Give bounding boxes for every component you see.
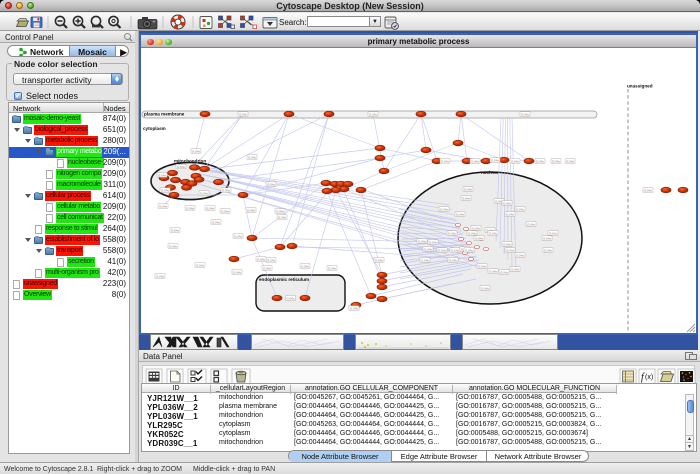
svg-text:G:04x: G:04x [248,155,257,159]
svg-text:G:04x: G:04x [500,270,509,274]
svg-text:G:04x: G:04x [158,173,167,177]
svg-text:G:04x: G:04x [503,201,512,205]
svg-text:G:04x: G:04x [424,247,433,251]
svg-text:G:04x: G:04x [468,231,477,235]
svg-text:G:04x: G:04x [233,270,242,274]
svg-text:G:04x: G:04x [159,204,168,208]
svg-text:G:04x: G:04x [456,212,465,216]
svg-text:G:04x: G:04x [462,196,471,200]
svg-text:G:04x: G:04x [156,274,165,278]
svg-text:G:04x: G:04x [506,248,515,252]
svg-text:G:04x: G:04x [161,188,170,192]
svg-text:G:04x: G:04x [418,239,427,243]
svg-text:G:04x: G:04x [278,215,287,219]
svg-text:G:04x: G:04x [566,159,575,163]
svg-text:G:04x: G:04x [301,264,310,268]
svg-text:mitochondrion: mitochondrion [174,159,206,164]
svg-text:G:04x: G:04x [196,263,205,267]
svg-text:G:04x: G:04x [489,231,498,235]
svg-text:G:04x: G:04x [511,267,520,271]
svg-text:G:04x: G:04x [192,149,201,153]
svg-text:G:04x: G:04x [506,212,515,216]
svg-text:G:04x: G:04x [478,264,487,268]
svg-text:G:04x: G:04x [206,206,215,210]
svg-text:G:04x: G:04x [169,244,178,248]
svg-text:G:04x: G:04x [549,231,558,235]
svg-text:G:04x: G:04x [489,269,498,273]
svg-text:G:04x: G:04x [521,112,530,116]
svg-text:G:04x: G:04x [465,248,474,252]
svg-text:G:04x: G:04x [234,234,243,238]
svg-text:G:04x: G:04x [481,286,490,290]
svg-text:G:04x: G:04x [177,165,186,169]
svg-text:G:04x: G:04x [375,258,384,262]
svg-text:G:04x: G:04x [475,236,484,240]
svg-text:G:04x: G:04x [171,228,180,232]
svg-text:G:04x: G:04x [471,159,480,163]
svg-text:G:04x: G:04x [212,220,221,224]
svg-text:G:04x: G:04x [369,112,378,116]
svg-text:G:04x: G:04x [449,258,458,262]
svg-text:G:04x: G:04x [536,159,545,163]
svg-text:G:04x: G:04x [448,231,457,235]
svg-text:(x): (x) [645,374,653,381]
svg-text:G:04x: G:04x [516,253,525,257]
svg-text:G:04x: G:04x [263,266,272,270]
svg-text:G:04x: G:04x [267,182,276,186]
svg-text:G:04x: G:04x [350,306,359,310]
svg-text:G:04x: G:04x [527,222,536,226]
svg-text:G:04x: G:04x [328,266,337,270]
svg-text:unassigned: unassigned [627,84,653,89]
svg-text:G:04x: G:04x [491,158,500,162]
svg-text:G:04x: G:04x [438,248,447,252]
svg-text:G:04x: G:04x [276,209,285,213]
svg-text:G:04x: G:04x [440,207,449,211]
svg-text:G:04x: G:04x [472,226,481,230]
svg-text:G:04x: G:04x [511,159,520,163]
svg-text:endoplasmic reticulum: endoplasmic reticulum [259,277,309,282]
svg-text:G:04x: G:04x [441,159,450,163]
svg-text:G:04x: G:04x [267,258,276,262]
svg-text:G:04x: G:04x [543,236,552,240]
svg-text:cytoplasm: cytoplasm [143,126,166,131]
svg-text:G:04x: G:04x [247,208,256,212]
svg-text:G:04x: G:04x [544,248,553,252]
svg-text:G:04x: G:04x [200,191,209,195]
svg-text:G:04x: G:04x [451,248,460,252]
svg-text:plasma membrane: plasma membrane [144,112,185,117]
svg-text:G:04x: G:04x [257,257,266,261]
svg-text:G:04x: G:04x [644,188,653,192]
svg-text:G:04x: G:04x [222,188,231,192]
svg-text:G:04x: G:04x [464,187,473,191]
svg-text:G:04x: G:04x [503,242,512,246]
svg-text:G:04x: G:04x [429,240,438,244]
svg-text:G:04x: G:04x [186,206,195,210]
svg-text:G:04x: G:04x [421,258,430,262]
svg-text:G:04x: G:04x [552,159,561,163]
svg-text:G:04x: G:04x [287,296,296,300]
svg-text:G:04x: G:04x [221,209,230,213]
svg-text:nucleus: nucleus [481,170,499,175]
svg-text:G:04x: G:04x [516,207,525,211]
svg-text:G:04x: G:04x [239,112,248,116]
